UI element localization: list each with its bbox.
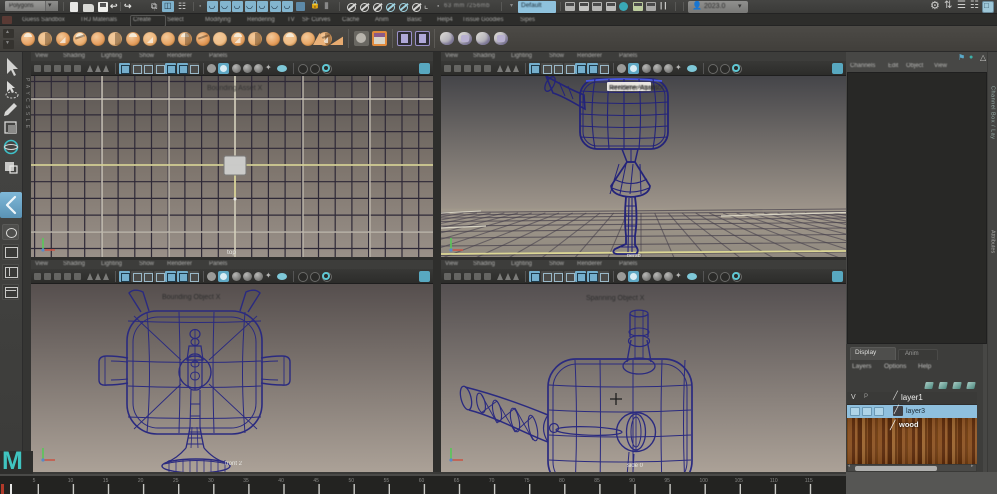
svg-text:115: 115 [805,478,813,484]
svg-text:Renderer Asset X: Renderer Asset X [609,85,664,92]
svg-text:105: 105 [735,478,744,484]
svg-text:95: 95 [664,478,670,484]
svg-text:85: 85 [594,478,600,484]
svg-text:25: 25 [173,478,179,484]
svg-text:front 2: front 2 [225,461,243,467]
svg-text:10: 10 [68,478,74,484]
svg-text:60: 60 [419,478,425,484]
svg-text:110: 110 [770,478,778,484]
svg-text:Bounding Asset X: Bounding Asset X [207,85,263,92]
svg-text:5: 5 [33,478,36,484]
svg-text:80: 80 [559,478,565,484]
svg-text:70: 70 [489,478,495,484]
svg-text:65: 65 [454,478,460,484]
svg-text:75: 75 [524,478,530,484]
svg-text:100: 100 [700,478,709,484]
svg-text:40: 40 [278,478,284,484]
svg-text:15: 15 [103,478,109,484]
svg-text:top: top [227,249,236,256]
svg-text:20: 20 [138,478,144,484]
svg-text:45: 45 [313,478,319,484]
svg-text:Spanning Object X: Spanning Object X [586,295,645,302]
svg-text:35: 35 [243,478,249,484]
svg-text:30: 30 [208,478,214,484]
svg-text:55: 55 [384,478,390,484]
svg-text:Bounding Object X: Bounding Object X [162,294,221,301]
svg-text:50: 50 [349,478,355,484]
svg-text:90: 90 [629,478,635,484]
svg-text:side 0: side 0 [627,463,644,469]
